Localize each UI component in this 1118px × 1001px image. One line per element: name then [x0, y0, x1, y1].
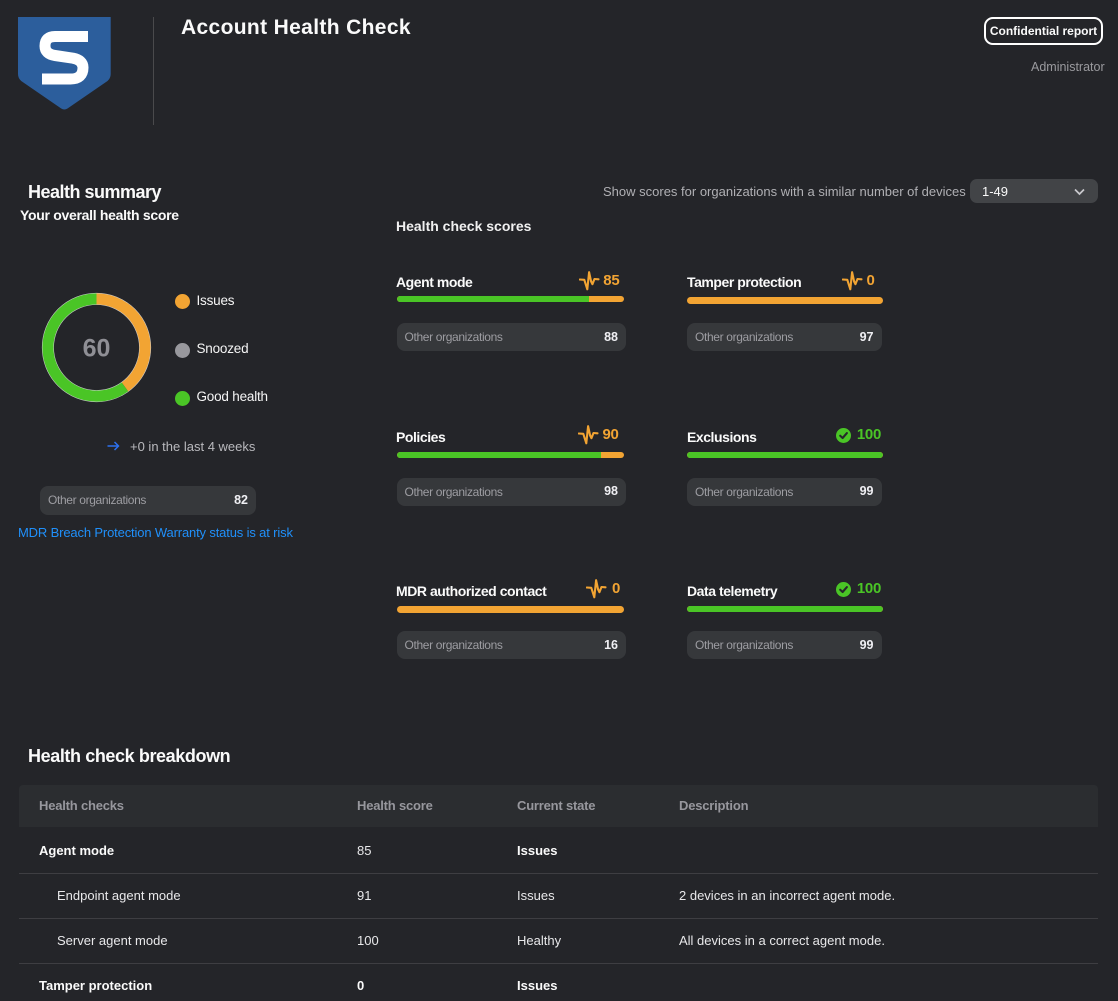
svg-text:60: 60	[83, 335, 111, 363]
